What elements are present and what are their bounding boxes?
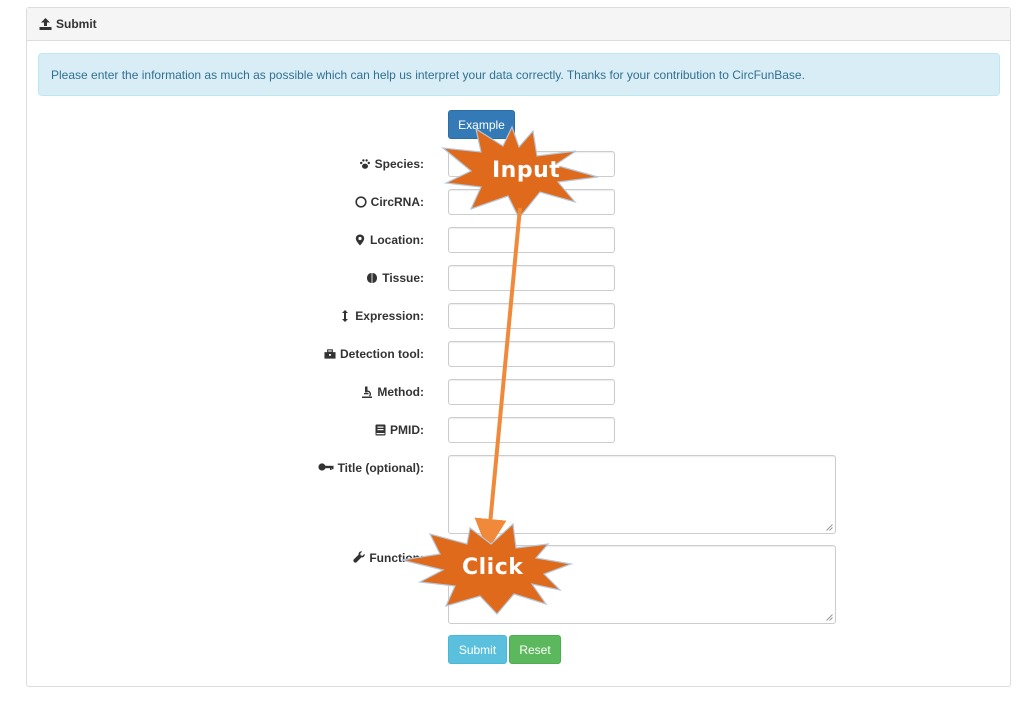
toolbox-icon [324,348,336,360]
detection-tool-input[interactable] [448,341,615,367]
pmid-input[interactable] [448,417,615,443]
resize-grip-icon[interactable] [826,524,833,531]
reset-button[interactable]: Reset [509,635,561,664]
vertical-arrows-icon [339,310,351,322]
expression-label: Expression: [339,303,424,329]
paw-icon [359,158,371,170]
title-textarea[interactable] [448,455,836,534]
microscope-icon [361,386,373,398]
tissue-label: Tissue: [366,265,424,291]
pmid-label: PMID: [374,417,424,443]
method-label: Method: [361,379,424,405]
species-label: Species: [359,151,424,177]
panel-title: Submit [56,17,97,31]
panel-heading: Submit [27,8,1010,41]
brain-icon [366,272,378,284]
circle-icon [355,196,367,208]
function-label: Function: [353,545,424,630]
circrna-input[interactable] [448,189,615,215]
title-label: Title (optional): [317,455,424,540]
tissue-input[interactable] [448,265,615,291]
click-annotation-label: Click [462,555,524,580]
upload-icon [39,18,52,30]
input-annotation-label: Input [492,158,561,183]
alert-text: Please enter the information as much as … [51,67,805,82]
wrench-icon [353,551,365,563]
location-input[interactable] [448,227,615,253]
resize-grip-icon[interactable] [826,614,833,621]
submit-panel: Submit Please enter the information as m… [26,7,1011,687]
info-alert: Please enter the information as much as … [38,53,1000,96]
example-button[interactable]: Example [448,110,515,139]
key-icon [317,461,334,473]
method-input[interactable] [448,379,615,405]
circrna-label: CircRNA: [355,189,424,215]
map-marker-icon [354,234,366,246]
expression-input[interactable] [448,303,615,329]
location-label: Location: [354,227,424,253]
detection-tool-label: Detection tool: [324,341,424,367]
book-icon [374,424,386,436]
submit-button[interactable]: Submit [448,635,507,664]
